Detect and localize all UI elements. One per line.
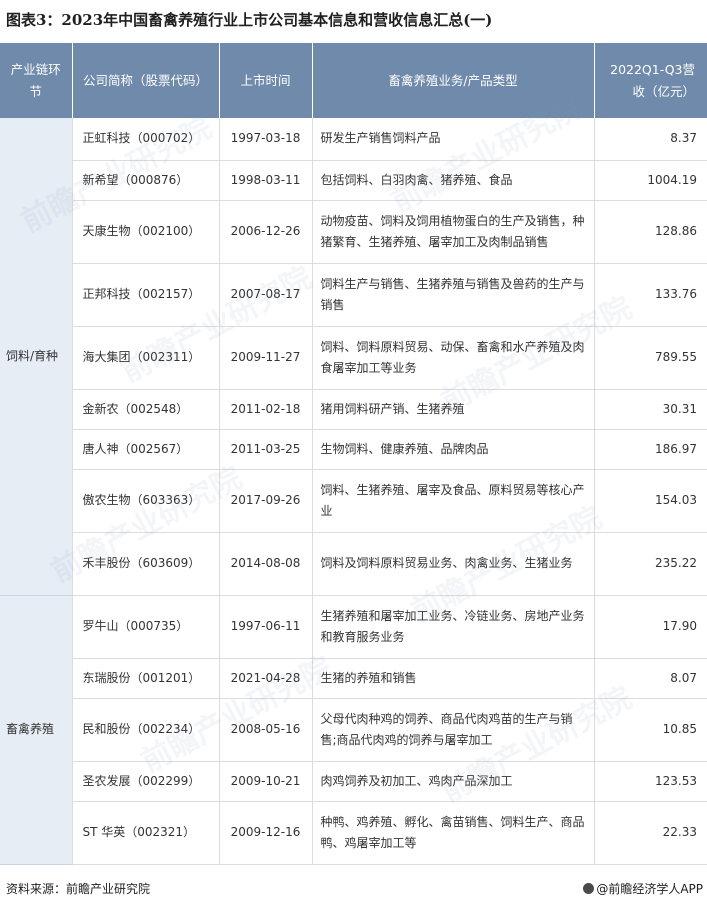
company-cell: 傲农生物（603363） xyxy=(72,469,220,533)
company-info-table: 产业链环节 公司简称（股票代码） 上市时间 畜禽养殖业务/产品类型 2022Q1… xyxy=(0,43,707,865)
company-cell: 天康生物（002100） xyxy=(72,200,220,264)
company-cell: 圣农发展（002299） xyxy=(72,761,220,802)
table-header-row: 产业链环节 公司简称（股票代码） 上市时间 畜禽养殖业务/产品类型 2022Q1… xyxy=(0,43,707,118)
business-cell: 动物疫苗、饲料及饲用植物蛋白的生产及销售，种猪繁育、生猪养殖、屠宰加工及肉制品销… xyxy=(312,200,595,264)
source-note: 资料来源：前瞻产业研究院 xyxy=(6,882,151,896)
company-cell: 金新农（002548） xyxy=(72,389,220,430)
company-cell: 东瑞股份（001201） xyxy=(72,658,220,699)
company-cell: 正虹科技（000702） xyxy=(72,118,220,161)
date-cell: 1997-03-18 xyxy=(219,118,313,161)
table-row: 正邦科技（002157） 2007-08-17 饲料生产与销售、生猪养殖与销售及兽药… xyxy=(0,263,707,327)
revenue-cell: 22.33 xyxy=(594,801,707,865)
table-row: 畜禽养殖 罗牛山（000735） 1997-06-11 生猪养殖和屠宰加工业务、冷链业… xyxy=(0,595,707,865)
table-row: 天康生物（002100） 2006-12-26 动物疫苗、饲料及饲用植物蛋白的生产及… xyxy=(0,200,707,264)
business-cell: 肉鸡饲养及初加工、鸡肉产品深加工 xyxy=(312,761,595,802)
date-cell: 1998-03-11 xyxy=(219,160,313,201)
date-cell: 2006-12-26 xyxy=(219,200,313,264)
revenue-cell: 8.37 xyxy=(594,118,707,161)
revenue-cell: 8.07 xyxy=(594,658,707,699)
business-cell: 饲料、生猪养殖、屠宰及食品、原料贸易等核心产业 xyxy=(312,469,595,533)
date-cell: 2017-09-26 xyxy=(219,469,313,533)
business-cell: 父母代肉种鸡的饲养、商品代肉鸡苗的生产与销售;商品代肉鸡的饲养与屠宰加工 xyxy=(312,698,595,762)
date-cell: 2007-08-17 xyxy=(219,263,313,327)
business-cell: 生物饲料、健康养殖、品牌肉品 xyxy=(312,429,595,470)
business-cell: 生猪养殖和屠宰加工业务、冷链业务、房地产业务和教育服务业务 xyxy=(312,595,595,659)
date-cell: 2021-04-28 xyxy=(219,658,313,699)
date-cell: 1997-06-11 xyxy=(219,595,313,659)
date-cell: 2009-11-27 xyxy=(219,326,313,390)
revenue-cell: 186.97 xyxy=(594,429,707,470)
table-body: 饲料/育种 正虹科技（000702） 1997-03-18 研发生产销售饲料产品 8.3… xyxy=(0,118,707,865)
revenue-cell: 10.85 xyxy=(594,698,707,762)
company-cell: 正邦科技（002157） xyxy=(72,263,220,327)
table-row: 新希望（000876） 1998-03-11 包括饲料、白羽肉禽、猪养殖、食品 100… xyxy=(0,160,707,201)
table-header: 产业链环节 公司简称（股票代码） 上市时间 畜禽养殖业务/产品类型 2022Q1… xyxy=(0,43,707,118)
table-row: 唐人神（002567） 2011-03-25 生物饲料、健康养殖、品牌肉品 186.9… xyxy=(0,429,707,470)
date-cell: 2008-05-16 xyxy=(219,698,313,762)
table-row: 民和股份（002234） 2008-05-16 父母代肉种鸡的饲养、商品代肉鸡苗的生… xyxy=(0,698,707,762)
business-cell: 饲料、饲料原料贸易、动保、畜禽和水产养殖及肉食屠宰加工等业务 xyxy=(312,326,595,390)
revenue-cell: 123.53 xyxy=(594,761,707,802)
revenue-cell: 1004.19 xyxy=(594,160,707,201)
business-cell: 饲料及饲料原料贸易业务、肉禽业务、生猪业务 xyxy=(312,532,595,596)
date-cell: 2011-02-18 xyxy=(219,389,313,430)
business-cell: 种鸭、鸡养殖、孵化、禽苗销售、饲料生产、商品鸭、鸡屠宰加工等 xyxy=(312,801,595,865)
header-date: 上市时间 xyxy=(219,43,313,118)
company-cell: 罗牛山（000735） xyxy=(72,595,220,659)
header-segment: 产业链环节 xyxy=(0,43,73,118)
company-cell: ST 华英（002321） xyxy=(72,801,220,865)
business-cell: 包括饲料、白羽肉禽、猪养殖、食品 xyxy=(312,160,595,201)
company-cell: 禾丰股份（603609） xyxy=(72,532,220,596)
revenue-cell: 128.86 xyxy=(594,200,707,264)
business-cell: 研发生产销售饲料产品 xyxy=(312,118,595,161)
table-row: 圣农发展（002299） 2009-10-21 肉鸡饲养及初加工、鸡肉产品深加工 12… xyxy=(0,761,707,802)
date-cell: 2009-12-16 xyxy=(219,801,313,865)
table-row: 金新农（002548） 2011-02-18 猪用饲料研产销、生猪养殖 30.31 xyxy=(0,389,707,430)
revenue-cell: 30.31 xyxy=(594,389,707,430)
business-cell: 猪用饲料研产销、生猪养殖 xyxy=(312,389,595,430)
table-row: 傲农生物（603363） 2017-09-26 饲料、生猪养殖、屠宰及食品、原料贸易… xyxy=(0,469,707,533)
segment-cell: 畜禽养殖 xyxy=(0,595,73,865)
header-company: 公司简称（股票代码） xyxy=(72,43,220,118)
brand-label: @前瞻经济学人APP xyxy=(596,882,703,896)
header-revenue: 2022Q1-Q3营收（亿元） xyxy=(594,43,707,118)
table-row: 东瑞股份（001201） 2021-04-28 生猪的养殖和销售 8.07 xyxy=(0,658,707,699)
company-cell: 民和股份（002234） xyxy=(72,698,220,762)
date-cell: 2011-03-25 xyxy=(219,429,313,470)
revenue-cell: 235.22 xyxy=(594,532,707,596)
revenue-cell: 789.55 xyxy=(594,326,707,390)
table-row: 饲料/育种 正虹科技（000702） 1997-03-18 研发生产销售饲料产品 8.3… xyxy=(0,118,707,596)
revenue-cell: 133.76 xyxy=(594,263,707,327)
business-cell: 饲料生产与销售、生猪养殖与销售及兽药的生产与销售 xyxy=(312,263,595,327)
page-title: 图表3：2023年中国畜禽养殖行业上市公司基本信息和营收信息汇总(一) xyxy=(6,11,493,29)
revenue-cell: 17.90 xyxy=(594,595,707,659)
table-row: 禾丰股份（603609） 2014-08-08 饲料及饲料原料贸易业务、肉禽业务、生… xyxy=(0,532,707,596)
header-business: 畜禽养殖业务/产品类型 xyxy=(312,43,595,118)
brand-logo-icon xyxy=(583,883,595,894)
company-cell: 海大集团（002311） xyxy=(72,326,220,390)
business-cell: 生猪的养殖和销售 xyxy=(312,658,595,699)
date-cell: 2009-10-21 xyxy=(219,761,313,802)
table-row: ST 华英（002321） 2009-12-16 种鸭、鸡养殖、孵化、禽苗销售、饲料… xyxy=(0,801,707,865)
date-cell: 2014-08-08 xyxy=(219,532,313,596)
table-row: 海大集团（002311） 2009-11-27 饲料、饲料原料贸易、动保、畜禽和水产… xyxy=(0,326,707,390)
company-cell: 唐人神（002567） xyxy=(72,429,220,470)
company-cell: 新希望（000876） xyxy=(72,160,220,201)
brand-note: @前瞻经济学人APP xyxy=(583,880,703,897)
segment-cell: 饲料/育种 xyxy=(0,118,73,596)
revenue-cell: 154.03 xyxy=(594,469,707,533)
